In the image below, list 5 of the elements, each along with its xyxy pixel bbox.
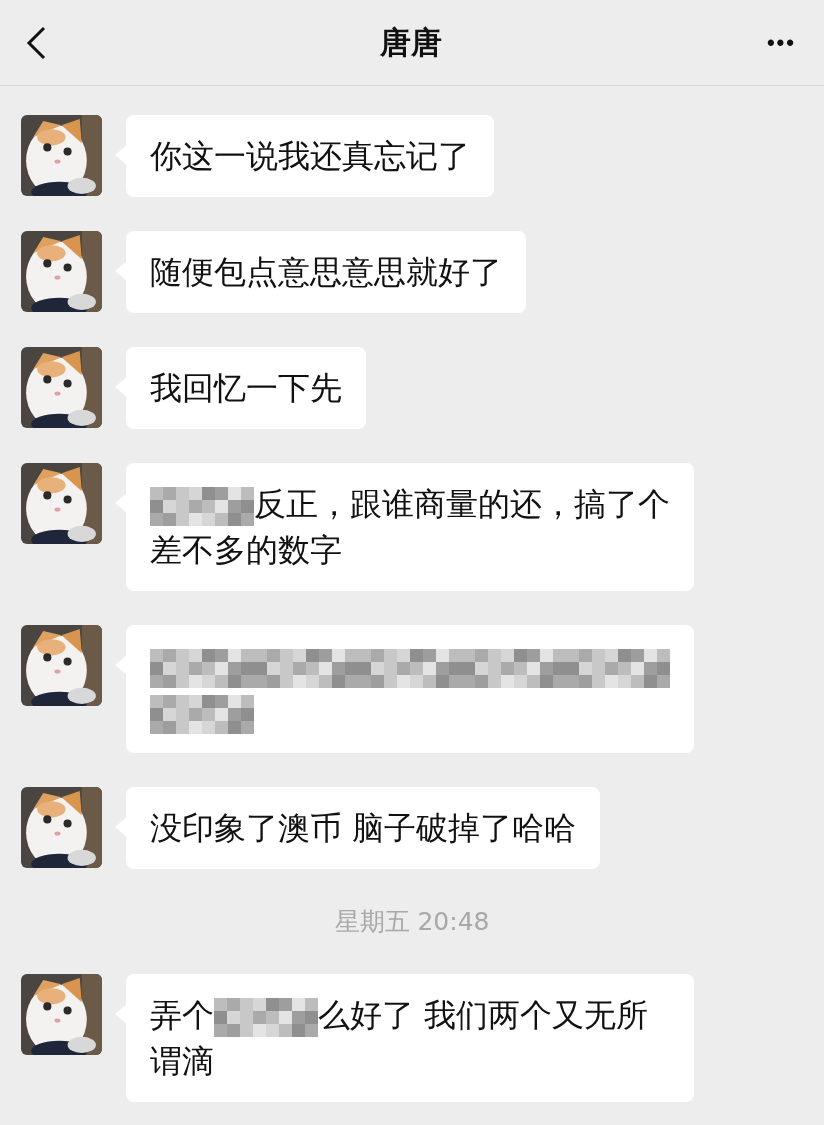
back-button[interactable] (26, 25, 46, 60)
more-button[interactable]: ••• (766, 29, 796, 56)
timestamp: 星期五 20:48 (334, 906, 490, 938)
chat-title: 唐唐 (380, 22, 442, 62)
back-icon (26, 25, 46, 60)
